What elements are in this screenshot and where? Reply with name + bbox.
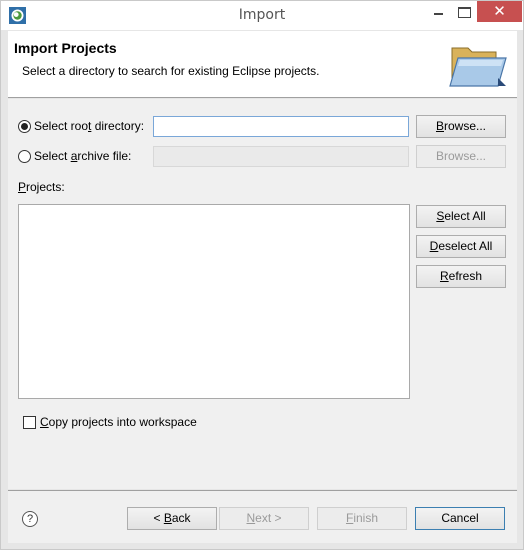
finish-button[interactable]: Finish: [317, 507, 407, 530]
maximize-button[interactable]: [451, 1, 477, 22]
root-directory-radio[interactable]: [18, 119, 31, 133]
next-button[interactable]: Next >: [219, 507, 309, 530]
select-all-button[interactable]: Select All: [416, 205, 506, 228]
wizard-footer: ? < Back Next > Finish Cancel: [8, 490, 517, 543]
import-dialog: Import ✕ Import Projects Select a direct…: [0, 0, 524, 550]
archive-file-label: Select archive file:: [34, 149, 132, 163]
archive-file-radio[interactable]: [18, 149, 31, 163]
close-button[interactable]: ✕: [477, 1, 522, 22]
browse-archive-button[interactable]: Browse...: [416, 145, 506, 168]
archive-file-input[interactable]: [153, 146, 409, 167]
cancel-button[interactable]: Cancel: [415, 507, 505, 530]
projects-list[interactable]: [18, 204, 410, 399]
deselect-all-button[interactable]: Deselect All: [416, 235, 506, 258]
copy-projects-checkbox[interactable]: [23, 415, 36, 429]
wizard-content: Select root directory: Browse... Select …: [8, 99, 517, 489]
back-button[interactable]: < Back: [127, 507, 217, 530]
copy-projects-option[interactable]: Copy projects into workspace: [23, 415, 197, 429]
projects-label: Projects:: [18, 180, 65, 194]
page-description: Select a directory to search for existin…: [22, 64, 320, 78]
close-icon: ✕: [493, 2, 506, 20]
copy-projects-label: Copy projects into workspace: [40, 415, 197, 429]
archive-file-option[interactable]: Select archive file:: [18, 149, 131, 163]
help-icon[interactable]: ?: [22, 511, 38, 527]
open-folder-icon: [449, 47, 507, 87]
minimize-button[interactable]: [425, 1, 451, 22]
root-directory-label: Select root directory:: [34, 119, 145, 133]
wizard-banner: Import Projects Select a directory to se…: [8, 31, 517, 98]
page-title: Import Projects: [14, 40, 117, 56]
browse-root-button[interactable]: Browse...: [416, 115, 506, 138]
root-directory-input[interactable]: [153, 116, 409, 137]
title-bar[interactable]: Import ✕: [1, 1, 523, 30]
refresh-button[interactable]: Refresh: [416, 265, 506, 288]
root-directory-option[interactable]: Select root directory:: [18, 119, 144, 133]
